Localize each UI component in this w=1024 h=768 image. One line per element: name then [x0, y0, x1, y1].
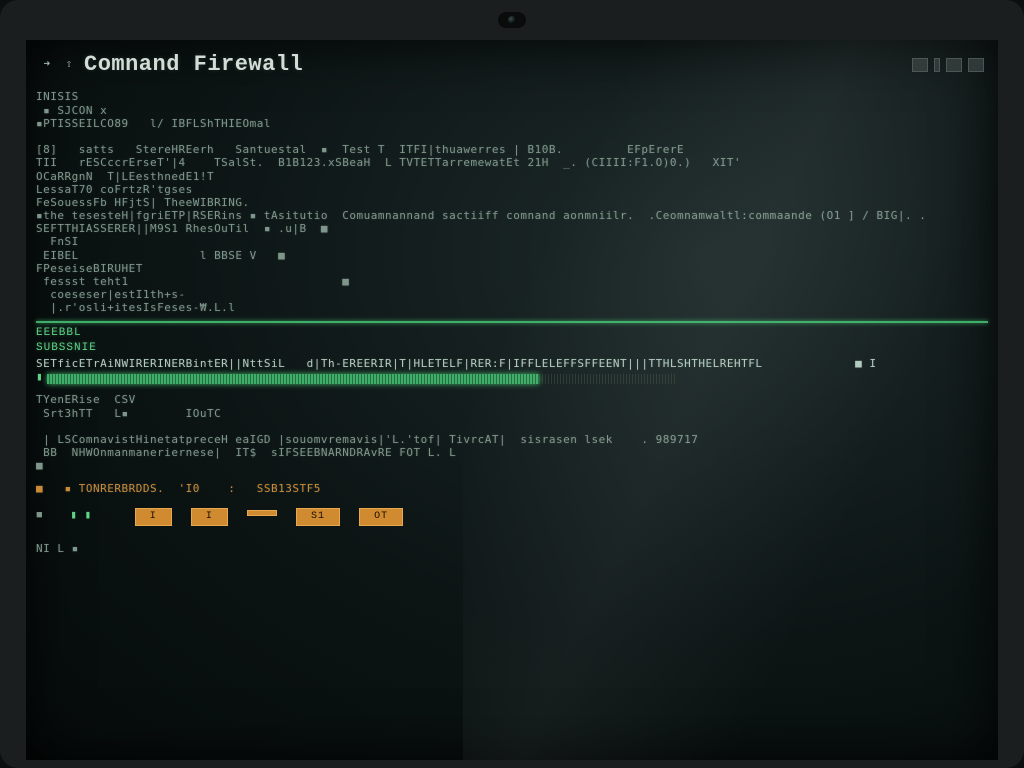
terminal-output-block-3: TYenERise CSV Srt3hTT L▪ IOuTC | LSComna… — [36, 393, 988, 472]
progress-row: ▮ — [36, 372, 988, 385]
chip-2[interactable]: I — [191, 508, 228, 526]
progress-fill — [47, 374, 538, 384]
separator-line — [36, 321, 988, 323]
webcam — [498, 12, 526, 28]
terminal-output-block-2: SETficETrAiNWIRERINERBintER||NttSiL d|Th… — [36, 357, 988, 370]
maximize-button[interactable] — [946, 58, 962, 72]
divider-icon — [934, 58, 940, 72]
progress-bar[interactable] — [47, 374, 677, 384]
pin-icon: ⇧ — [62, 58, 76, 72]
stats-line: ■ ▪ TONRERBRDDS. 'I0 : SSB13STF5 — [36, 482, 988, 495]
section-label-eeebbl: EEEBBL — [36, 327, 988, 340]
terminal-screen[interactable]: ➜ ⇧ Comnand Firewall INISIS ▪ SJCON x ▪P… — [26, 40, 998, 760]
chip-3[interactable] — [247, 510, 277, 516]
chip-row: ■ ▮ ▮ I I S1 OT — [36, 506, 988, 528]
window-title: Comnand Firewall — [84, 52, 303, 78]
chip-prefix-icon: ■ — [36, 510, 43, 522]
status-dot-icon: ▮ ▮ — [70, 510, 91, 522]
chip-5[interactable]: OT — [359, 508, 403, 526]
progress-tick-icon: ▮ — [36, 372, 43, 385]
terminal-output-block-1: INISIS ▪ SJCON x ▪PTISSEILCO89 l/ IBFLSh… — [36, 90, 988, 314]
chip-4[interactable]: S1 — [296, 508, 340, 526]
chevron-right-icon: ➜ — [40, 58, 54, 72]
minimize-button[interactable] — [912, 58, 928, 72]
section-label-subssnie: SUBSSNIE — [36, 342, 988, 355]
window-controls — [912, 58, 984, 72]
titlebar: ➜ ⇧ Comnand Firewall — [36, 46, 988, 90]
terminal-footer: NI L ▪ — [36, 542, 988, 555]
chip-1[interactable]: I — [135, 508, 172, 526]
close-button[interactable] — [968, 58, 984, 72]
